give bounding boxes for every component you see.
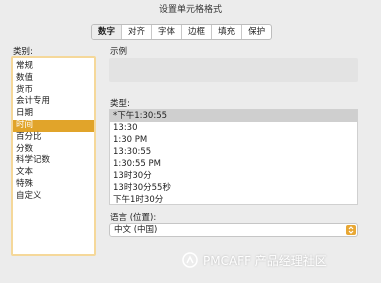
tab-number[interactable]: 数字 [92, 25, 122, 39]
category-item-scientific[interactable]: 科学记数 [13, 155, 94, 167]
type-item[interactable]: 13时30分 [110, 170, 357, 182]
type-item[interactable]: 13:30:55 [110, 146, 357, 158]
example-preview [109, 58, 358, 82]
locale-label: 语言 (位置): [110, 213, 157, 223]
tab-fill[interactable]: 填充 [211, 25, 241, 39]
example-label: 示例 [110, 47, 128, 57]
category-list[interactable]: 常规 数值 货币 会计专用 日期 时间 百分比 分数 科学记数 文本 特殊 自定… [11, 56, 96, 256]
type-label: 类型: [110, 99, 130, 109]
tab-font[interactable]: 字体 [151, 25, 181, 39]
type-item[interactable]: 1:30 PM [110, 134, 357, 146]
category-item-fraction[interactable]: 分数 [13, 144, 94, 156]
category-item-time[interactable]: 时间 [13, 119, 94, 132]
locale-value: 中文 (中国) [114, 225, 158, 235]
category-item-general[interactable]: 常规 [13, 61, 94, 73]
category-item-accounting[interactable]: 会计专用 [13, 96, 94, 108]
chevron-updown-icon [346, 225, 356, 235]
type-item[interactable]: 13:30 [110, 122, 357, 134]
tab-protection[interactable]: 保护 [241, 25, 271, 39]
category-item-special[interactable]: 特殊 [13, 179, 94, 191]
watermark-text: PMCAFF 产品经理社区 [203, 253, 327, 268]
category-item-text[interactable]: 文本 [13, 167, 94, 179]
watermark: PMCAFF 产品经理社区 [182, 250, 327, 270]
category-item-custom[interactable]: 自定义 [13, 191, 94, 203]
tab-alignment[interactable]: 对齐 [121, 25, 151, 39]
tab-bar: 数字 对齐 字体 边框 填充 保护 [91, 24, 273, 40]
pmcaff-logo-icon [182, 252, 198, 268]
category-item-number[interactable]: 数值 [13, 73, 94, 85]
type-item[interactable]: *下午1:30:55 [110, 110, 357, 122]
type-item[interactable]: 下午1时30分 [110, 194, 357, 204]
category-item-currency[interactable]: 货币 [13, 85, 94, 97]
category-item-percentage[interactable]: 百分比 [13, 132, 94, 144]
category-item-date[interactable]: 日期 [13, 108, 94, 120]
type-list[interactable]: *下午1:30:55 13:30 1:30 PM 13:30:55 1:30:5… [109, 109, 358, 205]
type-item[interactable]: 13时30分55秒 [110, 182, 357, 194]
locale-select[interactable]: 中文 (中国) [109, 223, 358, 237]
type-item[interactable]: 1:30:55 PM [110, 158, 357, 170]
tab-border[interactable]: 边框 [181, 25, 211, 39]
window-title: 设置单元格格式 [158, 5, 222, 15]
